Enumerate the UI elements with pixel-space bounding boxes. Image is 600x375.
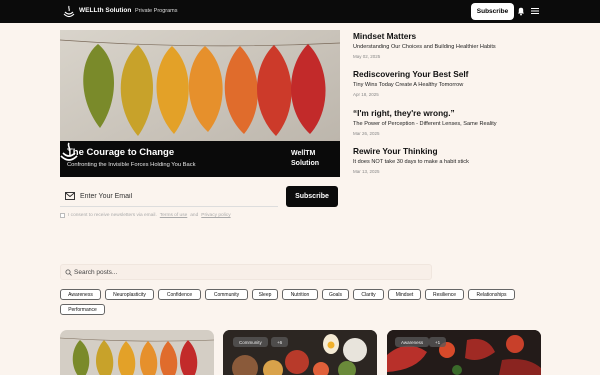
article-date: Mar 26, 2025 (353, 131, 380, 136)
tag-filter[interactable]: Clarity (353, 289, 384, 300)
hero-subtitle: Confronting the Invisible Forces Holding… (67, 162, 196, 168)
wellth-logo-icon[interactable] (63, 5, 75, 18)
article-date: May 02, 2025 (353, 54, 381, 59)
email-field[interactable] (80, 189, 270, 204)
article-subtitle: Understanding Our Choices and Building H… (353, 44, 496, 50)
article-item[interactable]: Rewire Your Thinking It does NOT take 30… (353, 146, 553, 174)
featured-post[interactable]: The Courage to Change Confronting the In… (60, 30, 340, 177)
article-title[interactable]: Mindset Matters (353, 31, 553, 41)
newsletter-subscribe-button[interactable]: Subscribe (286, 186, 338, 207)
tag-filter[interactable]: Performance (60, 304, 105, 315)
terms-link[interactable]: Terms of use (160, 213, 187, 218)
tag-filter[interactable]: Neuroplasticity (105, 289, 154, 300)
tag-filter[interactable]: Community (205, 289, 248, 300)
mail-icon (65, 192, 75, 200)
consent-text: I consent to receive newsletters via ema… (68, 213, 157, 218)
search-box (60, 264, 432, 280)
hero-caption: The Courage to Change Confronting the In… (60, 141, 340, 177)
tag-filter[interactable]: Goals (322, 289, 349, 300)
consent-checkbox[interactable] (60, 213, 65, 218)
top-bar: WELLth Solution Private Programs Subscri… (0, 0, 600, 23)
autumn-leaves-thumbnail (60, 337, 214, 375)
article-subtitle: Tiny Wins Today Create A Healthy Tomorro… (353, 82, 464, 88)
search-input[interactable] (74, 266, 424, 279)
hero-title[interactable]: The Courage to Change (67, 147, 174, 158)
article-date: Apr 18, 2025 (353, 92, 379, 97)
header-subscribe-button[interactable]: Subscribe (471, 3, 514, 20)
hero-brand-line1: WellTM (291, 150, 316, 157)
privacy-link[interactable]: Privacy policy (201, 213, 230, 218)
article-subtitle: The Power of Perception - Different Lens… (353, 121, 497, 127)
nav-private-programs[interactable]: Private Programs (135, 8, 178, 14)
tag-filter[interactable]: Awareness (60, 289, 101, 300)
card-tag-chip[interactable]: Awareness (395, 337, 430, 347)
tag-filter[interactable]: Resilience (425, 289, 464, 300)
post-card[interactable] (60, 330, 214, 375)
article-item[interactable]: Mindset Matters Understanding Our Choice… (353, 31, 553, 59)
article-subtitle: It does NOT take 30 days to make a habit… (353, 159, 469, 165)
hero-brand-line2: Solution (291, 160, 319, 167)
tag-filter[interactable]: Relationships (468, 289, 515, 300)
consent-and: and (190, 213, 199, 218)
hero-brand: WellTM Solution (291, 149, 319, 169)
search-icon (65, 269, 72, 276)
bell-icon[interactable] (516, 6, 526, 16)
post-card[interactable]: Awareness +1 (387, 330, 541, 375)
consent-row: I consent to receive newsletters via ema… (60, 213, 231, 218)
article-title[interactable]: “I'm right, they're wrong.” (353, 108, 553, 118)
tag-filter[interactable]: Mindset (388, 289, 421, 300)
menu-icon[interactable] (530, 6, 540, 16)
card-tag-more-chip[interactable]: +1 (429, 337, 447, 347)
tag-filter[interactable]: Sleep (252, 289, 278, 300)
article-title[interactable]: Rediscovering Your Best Self (353, 69, 553, 79)
article-date: Mar 13, 2025 (353, 169, 380, 174)
article-item[interactable]: Rediscovering Your Best Self Tiny Wins T… (353, 69, 553, 97)
email-field-row (60, 186, 278, 207)
post-card[interactable]: Community +6 (223, 330, 377, 375)
tag-filter[interactable]: Nutrition (282, 289, 318, 300)
article-title[interactable]: Rewire Your Thinking (353, 146, 553, 156)
article-item[interactable]: “I'm right, they're wrong.” The Power of… (353, 108, 553, 136)
wellth-logo-icon (60, 142, 78, 161)
tag-filter[interactable]: Confidence (158, 289, 201, 300)
card-tag-chip[interactable]: Community (233, 337, 268, 347)
card-tag-more-chip[interactable]: +6 (271, 337, 289, 347)
brand-name[interactable]: WELLth Solution (79, 7, 131, 14)
